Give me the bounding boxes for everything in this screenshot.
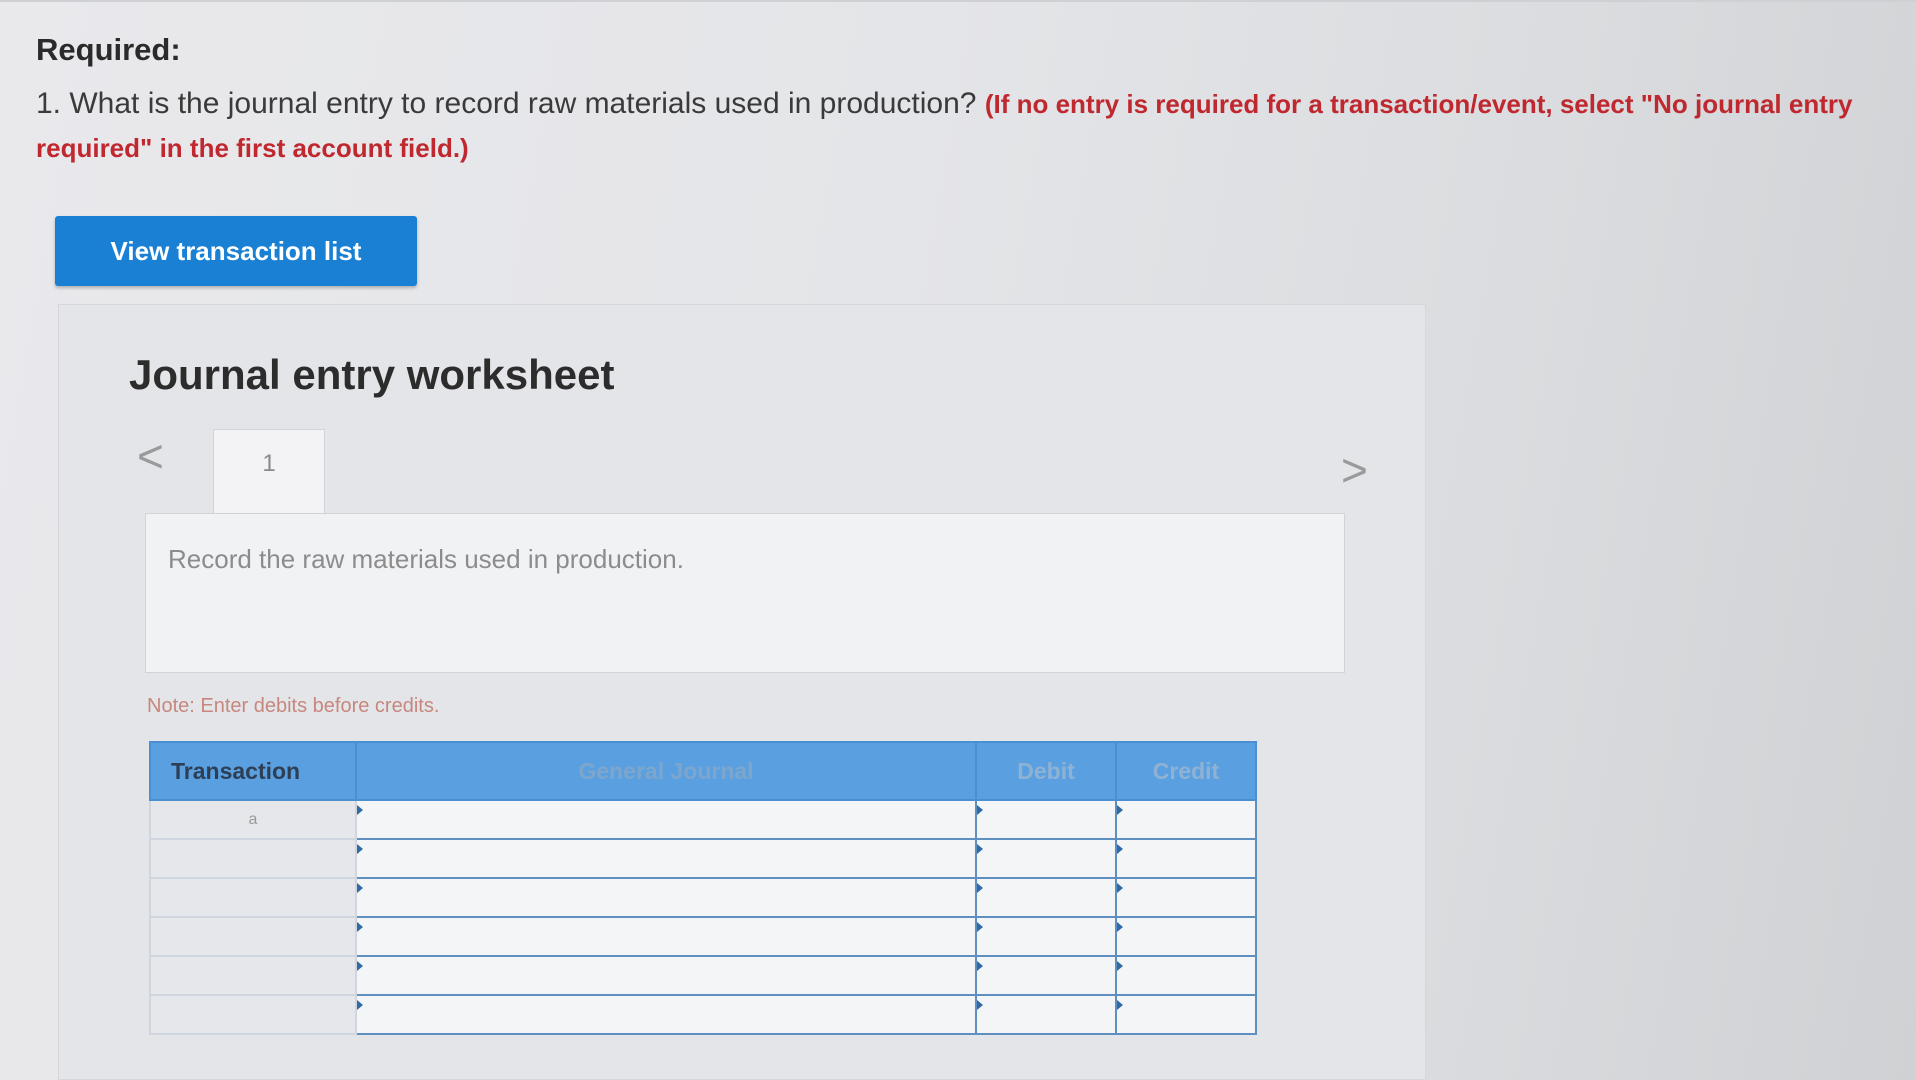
table-row	[149, 994, 1257, 1035]
transaction-cell	[149, 838, 357, 879]
journal-entry-worksheet: Journal entry worksheet < 1 > Record the…	[58, 304, 1426, 1080]
header-credit: Credit	[1115, 741, 1257, 801]
general-journal-field[interactable]	[355, 994, 977, 1035]
transaction-cell	[149, 916, 357, 957]
required-heading: Required:	[36, 32, 181, 67]
debit-field[interactable]	[975, 955, 1117, 996]
general-journal-field[interactable]	[355, 916, 977, 957]
chevron-left-icon[interactable]: <	[137, 433, 164, 479]
table-row: a	[149, 799, 1257, 840]
view-transaction-list-button[interactable]: View transaction list	[55, 216, 417, 286]
credit-field[interactable]	[1115, 916, 1257, 957]
table-row	[149, 916, 1257, 957]
transaction-cell	[149, 877, 357, 918]
journal-table: Transaction General Journal Debit Credit…	[149, 741, 1257, 1035]
debit-field[interactable]	[975, 994, 1117, 1035]
general-journal-field[interactable]	[355, 955, 977, 996]
debit-field[interactable]	[975, 838, 1117, 879]
credit-field[interactable]	[1115, 955, 1257, 996]
chevron-right-icon[interactable]: >	[1341, 447, 1368, 493]
general-journal-field[interactable]	[355, 877, 977, 918]
header-transaction: Transaction	[149, 741, 357, 801]
top-divider	[0, 0, 1916, 2]
table-row	[149, 877, 1257, 918]
credit-field[interactable]	[1115, 838, 1257, 879]
general-journal-field[interactable]	[355, 799, 977, 840]
table-header-row: Transaction General Journal Debit Credit	[149, 741, 1257, 801]
transaction-cell: a	[149, 799, 357, 840]
debit-field[interactable]	[975, 916, 1117, 957]
question-text: 1. What is the journal entry to record r…	[36, 82, 1876, 170]
entry-note: Note: Enter debits before credits.	[147, 695, 440, 717]
entry-description-box: Record the raw materials used in product…	[145, 513, 1345, 673]
credit-field[interactable]	[1115, 877, 1257, 918]
table-row	[149, 955, 1257, 996]
transaction-cell	[149, 955, 357, 996]
question-prompt: 1. What is the journal entry to record r…	[36, 87, 977, 120]
tab-entry-1[interactable]: 1	[213, 429, 325, 515]
header-debit: Debit	[975, 741, 1117, 801]
general-journal-field[interactable]	[355, 838, 977, 879]
debit-field[interactable]	[975, 877, 1117, 918]
header-general-journal: General Journal	[355, 741, 977, 801]
credit-field[interactable]	[1115, 994, 1257, 1035]
credit-field[interactable]	[1115, 799, 1257, 840]
entry-description: Record the raw materials used in product…	[168, 544, 684, 574]
debit-field[interactable]	[975, 799, 1117, 840]
required-section: Required: 1. What is the journal entry t…	[36, 32, 1876, 170]
worksheet-title: Journal entry worksheet	[129, 351, 615, 398]
table-row	[149, 838, 1257, 879]
transaction-cell	[149, 994, 357, 1035]
